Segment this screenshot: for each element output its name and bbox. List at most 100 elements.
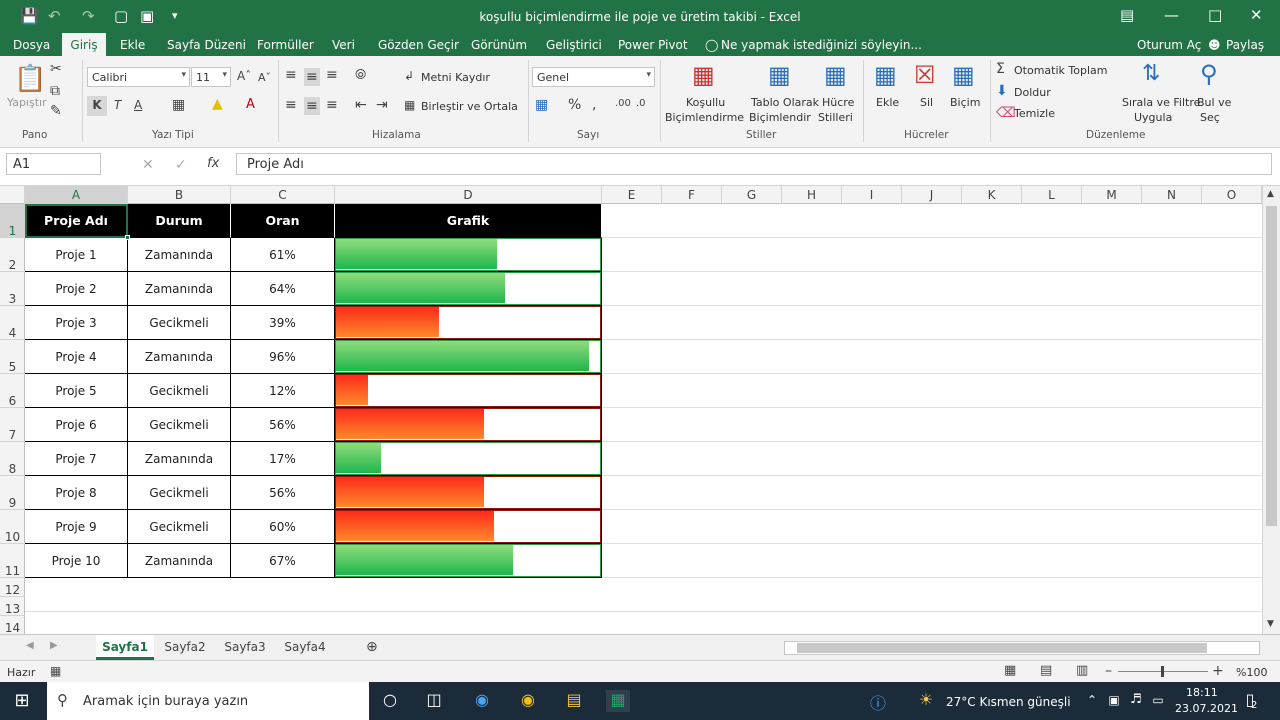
cell-project-name[interactable]: Proje 3 <box>25 306 128 340</box>
column-header[interactable]: M <box>1082 186 1142 204</box>
row-header[interactable]: 7 <box>0 408 25 442</box>
cancel-icon[interactable]: ✕ <box>142 158 154 172</box>
cell-project-name[interactable]: Proje 6 <box>25 408 128 442</box>
macro-record-icon[interactable]: ▦ <box>50 665 61 677</box>
cell-status[interactable]: Gecikmeli <box>128 374 231 408</box>
format-cells-button[interactable]: Biçim <box>950 96 980 109</box>
comma-icon[interactable]: , <box>592 98 596 112</box>
row-header[interactable]: 3 <box>0 272 25 306</box>
tab-power-pivot[interactable]: Power Pivot <box>618 38 688 52</box>
column-header[interactable]: L <box>1022 186 1082 204</box>
cell-chart[interactable] <box>335 510 602 544</box>
zoom-in-icon[interactable]: + <box>1212 664 1224 678</box>
align-bottom-icon[interactable]: ≡ <box>326 68 338 82</box>
decrease-decimal-icon[interactable]: .0 <box>636 99 646 109</box>
cell-chart[interactable] <box>335 408 602 442</box>
italic-button[interactable]: T <box>114 99 121 111</box>
cell-chart[interactable] <box>335 306 602 340</box>
cortana-icon[interactable]: ○ <box>378 690 402 712</box>
column-header[interactable]: H <box>782 186 842 204</box>
autosum-button[interactable]: Otomatik Toplam <box>1014 64 1107 77</box>
align-middle-icon[interactable]: ≡ <box>304 68 320 86</box>
windows-start-icon[interactable]: ⊞ <box>10 690 34 712</box>
maximize-icon[interactable]: □ <box>1208 6 1222 24</box>
battery-icon[interactable]: ▭ <box>1146 693 1170 715</box>
insert-cells-button[interactable]: Ekle <box>876 96 899 109</box>
delete-cells-icon[interactable]: ☒ <box>914 63 936 87</box>
cell-rate[interactable]: 60% <box>231 510 335 544</box>
cell-status[interactable]: Zamanında <box>128 272 231 306</box>
cell-rate[interactable]: 61% <box>231 238 335 272</box>
scroll-down-icon[interactable]: ▼ <box>1267 620 1274 629</box>
normal-view-icon[interactable]: ▦ <box>1004 664 1016 677</box>
column-header[interactable]: K <box>962 186 1022 204</box>
shrink-font-icon[interactable]: Aˇ <box>258 72 271 83</box>
bold-button[interactable]: K <box>87 96 107 116</box>
column-header[interactable]: C <box>231 186 335 204</box>
horizontal-scrollbar[interactable] <box>784 641 1260 655</box>
align-top-icon[interactable]: ≡ <box>285 68 297 82</box>
format-painter-icon[interactable]: ✎ <box>50 104 62 118</box>
wrap-text-button[interactable]: Metni Kaydır <box>421 71 490 84</box>
header-status[interactable]: Durum <box>128 204 231 238</box>
cell-project-name[interactable]: Proje 7 <box>25 442 128 476</box>
tab-data[interactable]: Veri <box>332 38 355 52</box>
share-button[interactable]: Paylaş <box>1226 38 1264 52</box>
share-icon[interactable]: ☻ <box>1208 38 1221 52</box>
borders-icon[interactable]: ▦ <box>172 98 185 112</box>
column-header[interactable]: F <box>662 186 722 204</box>
cell-chart[interactable] <box>335 374 602 408</box>
task-view-icon[interactable]: ◫ <box>422 690 446 712</box>
volume-icon[interactable]: ♬ <box>1124 692 1148 714</box>
tab-page-layout[interactable]: Sayfa Düzeni <box>167 38 246 52</box>
paste-icon[interactable]: 📋 <box>14 66 46 92</box>
tray-arrow-icon[interactable]: ⌃ <box>1080 693 1104 715</box>
name-box[interactable]: A1 <box>6 153 101 175</box>
cell-rate[interactable]: 96% <box>231 340 335 374</box>
add-sheet-icon[interactable]: ⊕ <box>366 640 378 654</box>
page-layout-view-icon[interactable]: ▤ <box>1040 664 1052 677</box>
column-header[interactable]: E <box>602 186 662 204</box>
currency-icon[interactable]: ▦ <box>535 98 548 112</box>
tab-developer[interactable]: Geliştirici <box>546 38 602 52</box>
notification-icon[interactable]: ▯ <box>1238 690 1262 712</box>
tab-file[interactable]: Dosya <box>13 38 50 52</box>
cell-project-name[interactable]: Proje 5 <box>25 374 128 408</box>
row-header[interactable]: 4 <box>0 306 25 340</box>
cell-status[interactable]: Gecikmeli <box>128 306 231 340</box>
paste-button[interactable]: Yapıştır <box>7 96 47 109</box>
row-header[interactable]: 14 <box>0 616 25 635</box>
fill-handle[interactable] <box>125 235 130 240</box>
orientation-icon[interactable]: ⦾ <box>355 68 366 82</box>
sort-filter-label2[interactable]: Uygula <box>1134 111 1172 124</box>
column-header[interactable]: A <box>25 186 128 204</box>
zoom-level[interactable]: %100 <box>1236 666 1267 679</box>
weather-text[interactable]: 27°C Kısmen güneşli <box>946 695 1071 709</box>
taskbar-search[interactable]: ⚲ Aramak için buraya yazın <box>47 682 369 720</box>
select-all-corner[interactable] <box>0 186 25 204</box>
cell-styles-label1[interactable]: Hücre <box>822 96 854 109</box>
format-as-table-icon[interactable]: ▦ <box>768 63 791 87</box>
cell-rate[interactable]: 12% <box>231 374 335 408</box>
tell-me-search[interactable]: Ne yapmak istediğinizi söyleyin... <box>721 38 922 52</box>
format-as-table-label2[interactable]: Biçimlendir <box>749 111 811 124</box>
row-header[interactable]: 11 <box>0 544 25 578</box>
cell-rate[interactable]: 56% <box>231 408 335 442</box>
sort-filter-label1[interactable]: Sırala ve Filtre <box>1122 96 1200 109</box>
column-header[interactable]: B <box>128 186 231 204</box>
cell-rate[interactable]: 67% <box>231 544 335 578</box>
row-header[interactable]: 1 <box>0 204 25 238</box>
ribbon-display-icon[interactable]: ▤ <box>1120 6 1134 24</box>
increase-indent-icon[interactable]: ⇥ <box>376 98 388 112</box>
header-project-name[interactable]: Proje Adı <box>25 204 128 238</box>
cell-status[interactable]: Gecikmeli <box>128 476 231 510</box>
row-header[interactable]: 12 <box>0 578 25 597</box>
file-explorer-icon[interactable]: ▤ <box>562 690 586 712</box>
scroll-up-icon[interactable]: ▲ <box>1267 190 1274 199</box>
conditional-formatting-icon[interactable]: ▦ <box>692 63 715 87</box>
vertical-scrollbar[interactable]: ▲ ▼ <box>1262 186 1280 634</box>
merge-center-button[interactable]: Birleştir ve Ortala <box>421 100 518 113</box>
tab-insert[interactable]: Ekle <box>120 38 145 52</box>
align-center-icon[interactable]: ≡ <box>304 97 320 115</box>
font-size-select[interactable]: 11 ▾ <box>191 67 231 87</box>
